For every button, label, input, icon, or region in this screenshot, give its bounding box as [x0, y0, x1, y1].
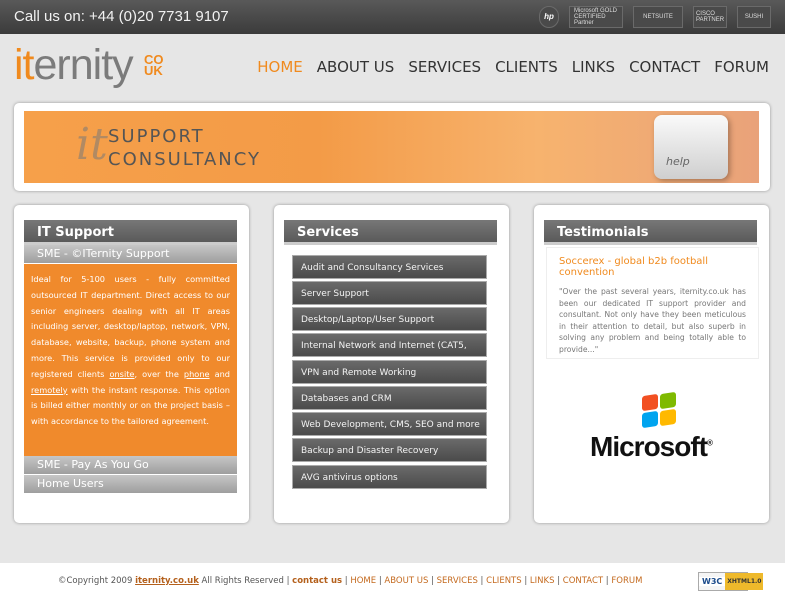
- footer-home[interactable]: HOME: [350, 576, 376, 586]
- w3c-xhtml-badge[interactable]: W3C XHTML 1.0: [698, 572, 764, 591]
- services-panel: Services Audit and Consultancy Services …: [274, 205, 509, 523]
- top-bar: Call us on: +44 (0)20 7731 9107 hp Micro…: [0, 0, 785, 34]
- footer-links[interactable]: LINKS: [530, 576, 555, 586]
- banner-it-mark: it: [76, 119, 108, 170]
- microsoft-logo: [590, 391, 710, 435]
- testimonials-panel: Testimonials Soccerex - global b2b footb…: [534, 205, 769, 523]
- partner-logos: hp Microsoft GOLD CERTIFIED Partner NETS…: [539, 6, 771, 28]
- nav-about-us[interactable]: ABOUT US: [317, 58, 395, 76]
- microsoft-partner-logo: Microsoft GOLD CERTIFIED Partner: [569, 6, 623, 28]
- footer-forum[interactable]: FORUM: [611, 576, 642, 586]
- help-key-image: help: [654, 115, 728, 179]
- onsite-link[interactable]: onsite: [109, 369, 134, 379]
- footer-text: ©Copyright 2009 iternity.co.uk All Right…: [58, 576, 643, 586]
- service-item[interactable]: Databases and CRM: [292, 386, 487, 410]
- nav-links[interactable]: LINKS: [572, 58, 615, 76]
- it-support-description: Ideal for 5-100 users - fully committed …: [24, 264, 237, 456]
- footer-contact[interactable]: CONTACT: [563, 576, 603, 586]
- banner-line-1: SUPPORT: [108, 126, 205, 147]
- banner-frame: it SUPPORT CONSULTANCY help: [14, 103, 770, 191]
- service-item[interactable]: Audit and Consultancy Services: [292, 255, 487, 279]
- tab-home-users[interactable]: Home Users: [24, 475, 237, 493]
- banner-line-2: CONSULTANCY: [108, 149, 261, 170]
- main-nav: HOME ABOUT US SERVICES CLIENTS LINKS CON…: [257, 58, 769, 76]
- testimonial-card: Soccerex - global b2b football conventio…: [546, 247, 759, 359]
- phone-link[interactable]: phone: [184, 369, 210, 379]
- service-item[interactable]: AVG antivirus options: [292, 465, 487, 489]
- logo-domain-suffix: CO UK: [144, 52, 164, 78]
- hp-logo: hp: [539, 6, 559, 28]
- service-item[interactable]: Desktop/Laptop/User Support: [292, 307, 487, 331]
- tab-sme-support[interactable]: SME - ©ITernity Support: [24, 245, 237, 263]
- it-support-title: IT Support: [24, 220, 237, 245]
- service-item[interactable]: Server Support: [292, 281, 487, 305]
- it-support-panel: IT Support SME - ©ITernity Support Ideal…: [14, 205, 249, 523]
- footer-about-us[interactable]: ABOUT US: [384, 576, 428, 586]
- services-title: Services: [284, 220, 497, 245]
- cisco-logo: CISCO PARTNER: [693, 6, 727, 28]
- nav-clients[interactable]: CLIENTS: [495, 58, 558, 76]
- hero-banner: it SUPPORT CONSULTANCY help: [24, 111, 759, 183]
- sushi-logo: SUSHI: [737, 6, 771, 28]
- testimonial-headline[interactable]: Soccerex - global b2b football conventio…: [559, 256, 746, 278]
- footer-site-link[interactable]: iternity.co.uk: [135, 576, 199, 586]
- microsoft-wordmark: Microsoft®: [590, 431, 713, 462]
- phone-number: Call us on: +44 (0)20 7731 9107: [14, 8, 229, 25]
- testimonials-title: Testimonials: [544, 220, 757, 245]
- nav-contact[interactable]: CONTACT: [629, 58, 700, 76]
- footer-services[interactable]: SERVICES: [437, 576, 478, 586]
- service-item[interactable]: Internal Network and Internet (CAT5, WiF…: [292, 333, 487, 375]
- service-item[interactable]: Backup and Disaster Recovery: [292, 438, 487, 462]
- nav-home[interactable]: HOME: [257, 58, 303, 76]
- service-item[interactable]: VPN and Remote Working: [292, 360, 487, 384]
- site-logo[interactable]: iternity CO UK: [14, 44, 164, 87]
- testimonial-quote: "Over the past several years, iternity.c…: [559, 287, 746, 354]
- footer-contact-us[interactable]: contact us: [292, 576, 342, 586]
- tab-sme-pay-as-you-go[interactable]: SME - Pay As You Go: [24, 456, 237, 474]
- nav-forum[interactable]: FORUM: [714, 58, 769, 76]
- windows-flag-icon: [642, 391, 678, 431]
- nav-services[interactable]: SERVICES: [408, 58, 481, 76]
- service-item[interactable]: Web Development, CMS, SEO and more: [292, 412, 487, 436]
- netsuite-logo: NETSUITE: [633, 6, 683, 28]
- remotely-link[interactable]: remotely: [31, 385, 68, 395]
- footer-clients[interactable]: CLIENTS: [486, 576, 522, 586]
- footer: ©Copyright 2009 iternity.co.uk All Right…: [0, 563, 785, 600]
